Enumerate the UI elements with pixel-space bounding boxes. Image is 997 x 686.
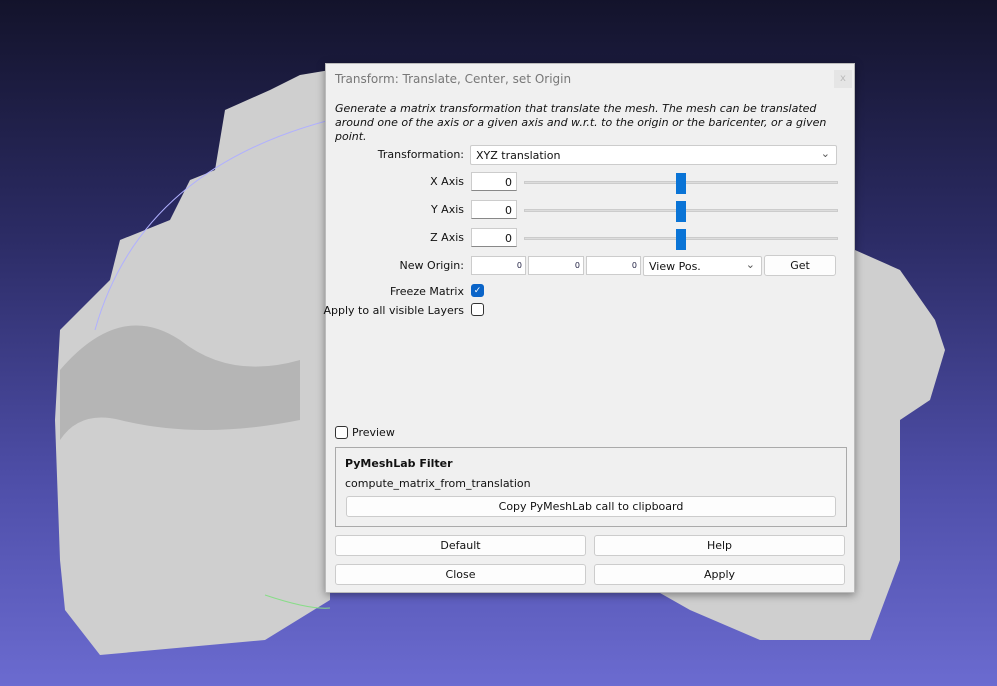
- chevron-down-icon: ⌄: [745, 258, 755, 271]
- apply-button[interactable]: Apply: [594, 564, 845, 585]
- dialog-title: Transform: Translate, Center, set Origin: [335, 72, 572, 86]
- y-axis-input[interactable]: 0: [471, 200, 517, 219]
- apply-all-label: Apply to all visible Layers: [323, 304, 465, 317]
- preview-checkbox[interactable]: [335, 426, 348, 439]
- transform-dialog: Transform: Translate, Center, set Origin…: [323, 63, 855, 593]
- chevron-down-icon: ⌄: [820, 147, 830, 160]
- origin-mode-select[interactable]: View Pos. ⌄: [643, 256, 762, 276]
- origin-x-input[interactable]: 0: [471, 256, 526, 275]
- transformation-select[interactable]: XYZ translation ⌄: [470, 145, 837, 165]
- pymeshlab-function: compute_matrix_from_translation: [345, 477, 531, 490]
- default-button[interactable]: Default: [335, 535, 586, 556]
- help-button[interactable]: Help: [594, 535, 845, 556]
- x-axis-slider-thumb[interactable]: [676, 173, 686, 194]
- y-axis-label: Y Axis: [430, 203, 464, 216]
- z-axis-input[interactable]: 0: [471, 228, 517, 247]
- origin-mode-value: View Pos.: [649, 260, 701, 273]
- origin-y-input[interactable]: 0: [528, 256, 584, 275]
- preview-label: Preview: [352, 426, 395, 439]
- z-axis-label: Z Axis: [430, 231, 464, 244]
- pymeshlab-title: PyMeshLab Filter: [345, 457, 453, 470]
- z-axis-slider-thumb[interactable]: [676, 229, 686, 250]
- apply-all-checkbox[interactable]: [471, 303, 484, 316]
- x-axis-slider[interactable]: [524, 173, 838, 194]
- x-axis-label: X Axis: [430, 175, 464, 188]
- new-origin-label: New Origin:: [399, 259, 464, 272]
- y-axis-slider-thumb[interactable]: [676, 201, 686, 222]
- x-axis-input[interactable]: 0: [471, 172, 517, 191]
- pymeshlab-group: PyMeshLab Filter compute_matrix_from_tra…: [335, 447, 847, 527]
- close-button[interactable]: Close: [335, 564, 586, 585]
- close-icon[interactable]: x: [834, 70, 852, 88]
- filter-description: Generate a matrix transformation that tr…: [335, 102, 827, 143]
- y-axis-slider[interactable]: [524, 201, 838, 222]
- get-button[interactable]: Get: [764, 255, 836, 276]
- origin-z-input[interactable]: 0: [586, 256, 641, 275]
- z-axis-slider[interactable]: [524, 229, 838, 250]
- freeze-matrix-checkbox[interactable]: ✓: [471, 284, 484, 297]
- copy-pymeshlab-button[interactable]: Copy PyMeshLab call to clipboard: [346, 496, 836, 517]
- freeze-matrix-label: Freeze Matrix: [389, 285, 464, 298]
- transformation-label: Transformation:: [377, 148, 464, 161]
- transformation-value: XYZ translation: [476, 149, 561, 162]
